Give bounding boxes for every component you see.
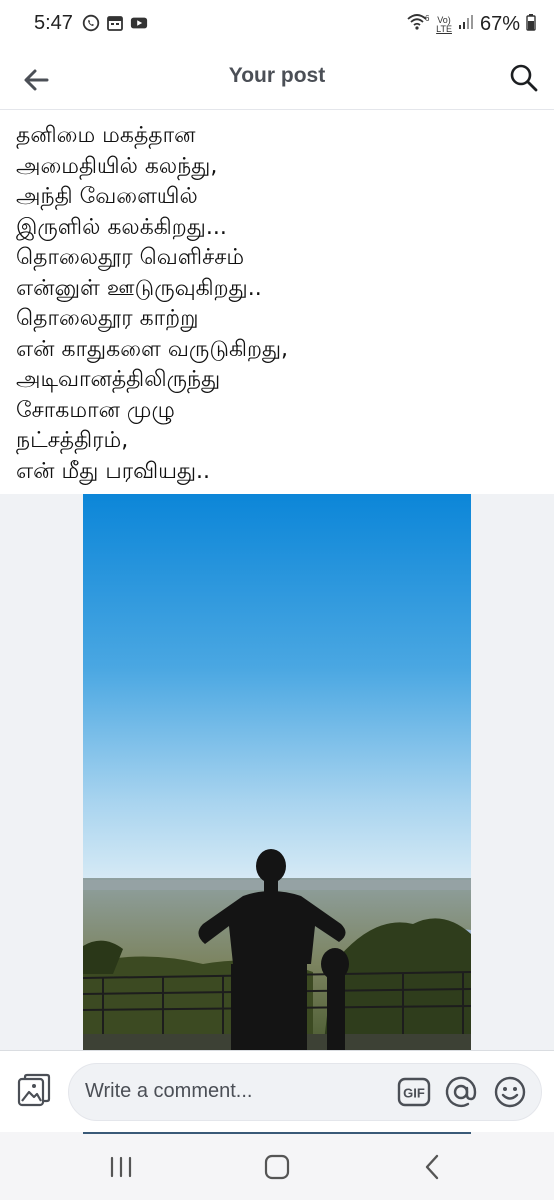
gif-icon[interactable]: GIF [397, 1076, 431, 1108]
post-line: அமைதியில் கலந்து, [16, 153, 218, 179]
search-icon[interactable] [508, 62, 540, 94]
wifi-icon: 6 [406, 12, 430, 37]
post-line: தொலைதூர வெளிச்சம் [16, 245, 245, 270]
post-line: என் மீது பரவியது.. [16, 458, 211, 484]
photo-gallery-icon[interactable] [16, 1073, 52, 1109]
page-title: Your post [228, 64, 326, 87]
comment-placeholder: Write a comment... [85, 1080, 253, 1102]
recent-apps-icon[interactable] [104, 1150, 138, 1184]
next-post-edge [83, 1132, 471, 1134]
whatsapp-icon [82, 14, 100, 32]
post-line: நட்சத்திரம், [16, 428, 129, 453]
volte-badge: Vo) LTE [436, 14, 452, 34]
battery-percent: 67% [479, 13, 520, 35]
calendar-icon [106, 14, 124, 32]
svg-text:6: 6 [425, 14, 430, 23]
emoji-icon[interactable] [493, 1075, 527, 1109]
notification-icons [82, 14, 148, 32]
app-header: Your post [0, 50, 554, 110]
media-area [0, 494, 554, 1050]
post-photo[interactable] [83, 494, 471, 1050]
gif-label: GIF [403, 1086, 425, 1101]
post-line: இருளில் கலக்கிறது... [16, 214, 227, 240]
comment-input[interactable]: Write a comment... GIF [68, 1063, 542, 1121]
post-line: அடிவானத்திலிருந்து [16, 367, 221, 392]
status-time: 5:47 [34, 12, 73, 34]
post-line: என்னுள் ஊடுருவுகிறது.. [16, 275, 262, 301]
signal-icon [458, 13, 474, 36]
system-nav-bar [0, 1132, 554, 1200]
system-icons: 6 Vo) LTE 67% [406, 12, 536, 37]
at-mention-icon[interactable] [444, 1075, 478, 1109]
post-line: என் காதுகளை வருடுகிறது, [16, 336, 289, 362]
post-line: அந்தி வேளையில் [16, 184, 198, 209]
post-text: தனிமை மகத்தான அமைதியில் கலந்து, அந்தி வே… [16, 121, 546, 487]
home-icon[interactable] [260, 1150, 294, 1184]
post-line: சோகமான முழு [16, 397, 175, 423]
youtube-icon [130, 14, 148, 32]
comment-bar: Write a comment... GIF [0, 1050, 554, 1132]
status-bar: 5:47 6 Vo) LTE 67% [0, 0, 554, 50]
battery-icon [526, 13, 536, 36]
back-icon[interactable] [416, 1150, 450, 1184]
post-line: தனிமை மகத்தான [16, 123, 196, 148]
post-line: தொலைதூர காற்று [16, 306, 199, 331]
